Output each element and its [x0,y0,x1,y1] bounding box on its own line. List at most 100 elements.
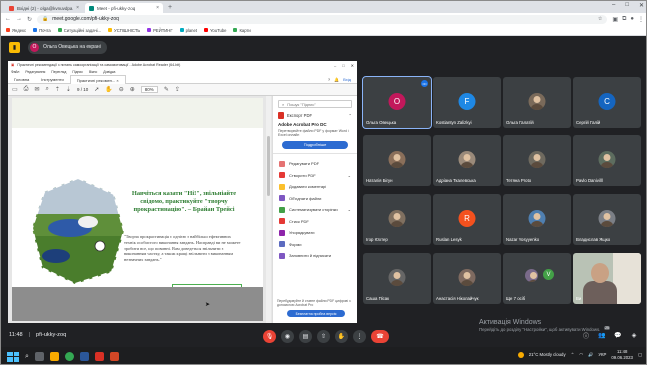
close-tab-icon[interactable]: × [76,5,79,11]
camera-button[interactable]: ◉ [281,330,294,343]
mail-icon[interactable]: ✉ [34,86,39,93]
prev-page-icon[interactable]: ⇡ [55,86,60,93]
tool-organize-pages[interactable]: Систематизувати сторінки ⌄ [273,204,357,216]
participant-tile[interactable]: Владислав Ящко [573,194,641,245]
bell-icon[interactable]: 🔔 [334,77,339,82]
captions-button[interactable]: ▤ [299,330,312,343]
menu-window[interactable]: Вікно [89,70,97,74]
presentation-icon[interactable]: ▮ [9,41,20,53]
menu-file[interactable]: Файл [11,70,19,74]
camera-icon[interactable]: ▣ [612,16,618,23]
bookmark-tasks[interactable]: Ситуаційні задачі... [57,28,101,33]
browser-tab-meet[interactable]: Meet - pfi-ukky-zoq × [85,3,163,13]
participant-tile[interactable]: Ви [573,253,641,304]
acrobat-icon[interactable] [94,352,104,361]
forward-icon[interactable]: → [16,16,22,22]
help-icon[interactable]: ? [328,77,330,82]
tab-tools[interactable]: Інструменти [35,75,70,84]
search-icon[interactable]: ⌕ [46,86,49,93]
minimize-icon[interactable]: – [612,2,615,9]
bookmark-planet[interactable]: planet [179,28,197,33]
bookmark-progress[interactable]: УСПІШНІСТЬ [108,28,140,33]
share-icon[interactable]: ⇪ [175,86,180,93]
people-icon[interactable]: 👥 25 [597,326,610,340]
tray-chevron-icon[interactable]: ⌃ [571,352,575,358]
close-icon[interactable]: ✕ [351,63,354,68]
learn-more-button[interactable]: Подробніше [282,140,348,149]
chat-icon[interactable]: 💬 [613,330,623,340]
print-icon[interactable]: ⎙ [24,86,29,93]
participant-tile[interactable]: V Ще 7 осіб [503,253,571,304]
chrome-icon[interactable] [64,352,74,361]
comment-icon[interactable]: ✎ [164,86,169,93]
participant-tile[interactable]: Наталія Бігун [363,135,431,186]
close-window-icon[interactable]: ✕ [639,2,644,9]
close-tab-icon[interactable]: × [156,5,159,11]
task-view-icon[interactable] [34,352,44,361]
volume-icon[interactable]: 🔊 [588,352,593,358]
minimize-icon[interactable]: – [334,63,336,68]
document-viewport[interactable]: Навчіться казати "Ні!", звільніайте свід… [8,96,272,323]
present-button[interactable]: ⇧ [317,330,330,343]
zoom-out-icon[interactable]: ⊖ [119,86,124,93]
sign-in-button[interactable]: Вхід [343,77,351,82]
participant-tile[interactable]: О ••• Ольга Овецька [362,76,432,129]
participant-tile[interactable]: Тетяна Proto [503,135,571,186]
network-icon[interactable]: ◠ [579,352,583,358]
raise-hand-button[interactable]: ✋ [335,330,348,343]
participant-tile[interactable]: F Kostiantyn Zalizkyi [433,77,501,128]
participant-tile[interactable]: С Сергій Галій [573,77,641,128]
document-scrollbar[interactable] [266,96,271,323]
leave-call-button[interactable]: ☎ [371,330,389,343]
clock[interactable]: 11:48 09.06.2023 [611,349,633,360]
more-options-button[interactable]: ⋮ [353,330,366,343]
menu-help[interactable]: Довідка [103,70,115,74]
participant-tile[interactable]: Ольга Галатій [503,77,571,128]
back-icon[interactable]: ← [5,16,11,22]
menu-icon[interactable]: ⋮ [638,16,644,23]
word-icon[interactable] [79,352,89,361]
info-icon[interactable]: ⓘ [581,330,591,340]
menu-sign[interactable]: Підпис [72,70,83,74]
tool-compress-pdf[interactable]: Стиск PDF [273,215,357,227]
reload-icon[interactable]: ↻ [27,16,32,23]
zoom-select[interactable]: 80% [140,86,158,93]
menu-edit[interactable]: Редагування [25,70,45,74]
save-icon[interactable]: ▭ [12,86,18,93]
menu-view[interactable]: Перегляд [51,70,66,74]
participant-tile[interactable]: Pavlo Danivilll [573,135,641,186]
bookmark-rating[interactable]: РЕЙТИНГ [147,28,173,33]
zoom-in-icon[interactable]: ⊕ [130,86,135,93]
tool-combine-files[interactable]: Об'єднати файли [273,192,357,204]
participant-tile[interactable]: Адріана Ткалевська [433,135,501,186]
tools-search-input[interactable]: ⌕ Пошук "Підпис" [278,100,352,108]
bookmark-star-icon[interactable]: ☆ [598,16,602,22]
participant-tile[interactable]: Саша Пісак [363,253,431,304]
maximize-icon[interactable]: □ [625,2,629,9]
free-trial-button[interactable]: Безплатна пробна версія [287,310,345,317]
hand-icon[interactable]: ✋ [105,86,112,93]
scrollbar-thumb[interactable] [267,136,270,196]
search-icon[interactable]: ⌕ [25,353,29,361]
profile-icon[interactable]: ● [630,16,634,22]
extensions-icon[interactable]: ⧉ [622,16,626,23]
file-explorer-icon[interactable] [49,352,59,361]
notifications-icon[interactable]: ▢ [638,352,642,358]
maximize-icon[interactable]: □ [342,63,344,68]
browser-tab-mail[interactable]: Вхідні (2) - olga@kvnuvdpa.ua × [5,3,83,13]
bookmark-youtube[interactable]: YouTube [204,28,226,33]
bookmark-mail[interactable]: Почта [33,28,51,33]
bookmark-maps[interactable]: Карти [233,28,251,33]
mic-off-button[interactable]: 🎙 [263,330,276,343]
bookmark-yandex[interactable]: Яндекс [6,28,26,33]
new-tab-button[interactable]: + [165,3,175,13]
address-bar[interactable]: 🔒 meet.google.com/pfi-ukky-zoq ☆ [37,14,608,24]
activities-icon[interactable]: ◈ [629,330,639,340]
keyboard-lang[interactable]: УКР [598,352,606,357]
weather-text[interactable]: 21°C Mostly cloudy [529,352,566,357]
participant-tile[interactable]: Nazar Yosyyenko [503,194,571,245]
presenter-indicator[interactable]: О Ольга Овецька на екрані [28,40,107,54]
participant-tile[interactable]: R Ruslan Lesyk [433,194,501,245]
powerpoint-icon[interactable] [109,352,119,361]
tool-add-comments[interactable]: Додавати коментарі [273,181,357,193]
